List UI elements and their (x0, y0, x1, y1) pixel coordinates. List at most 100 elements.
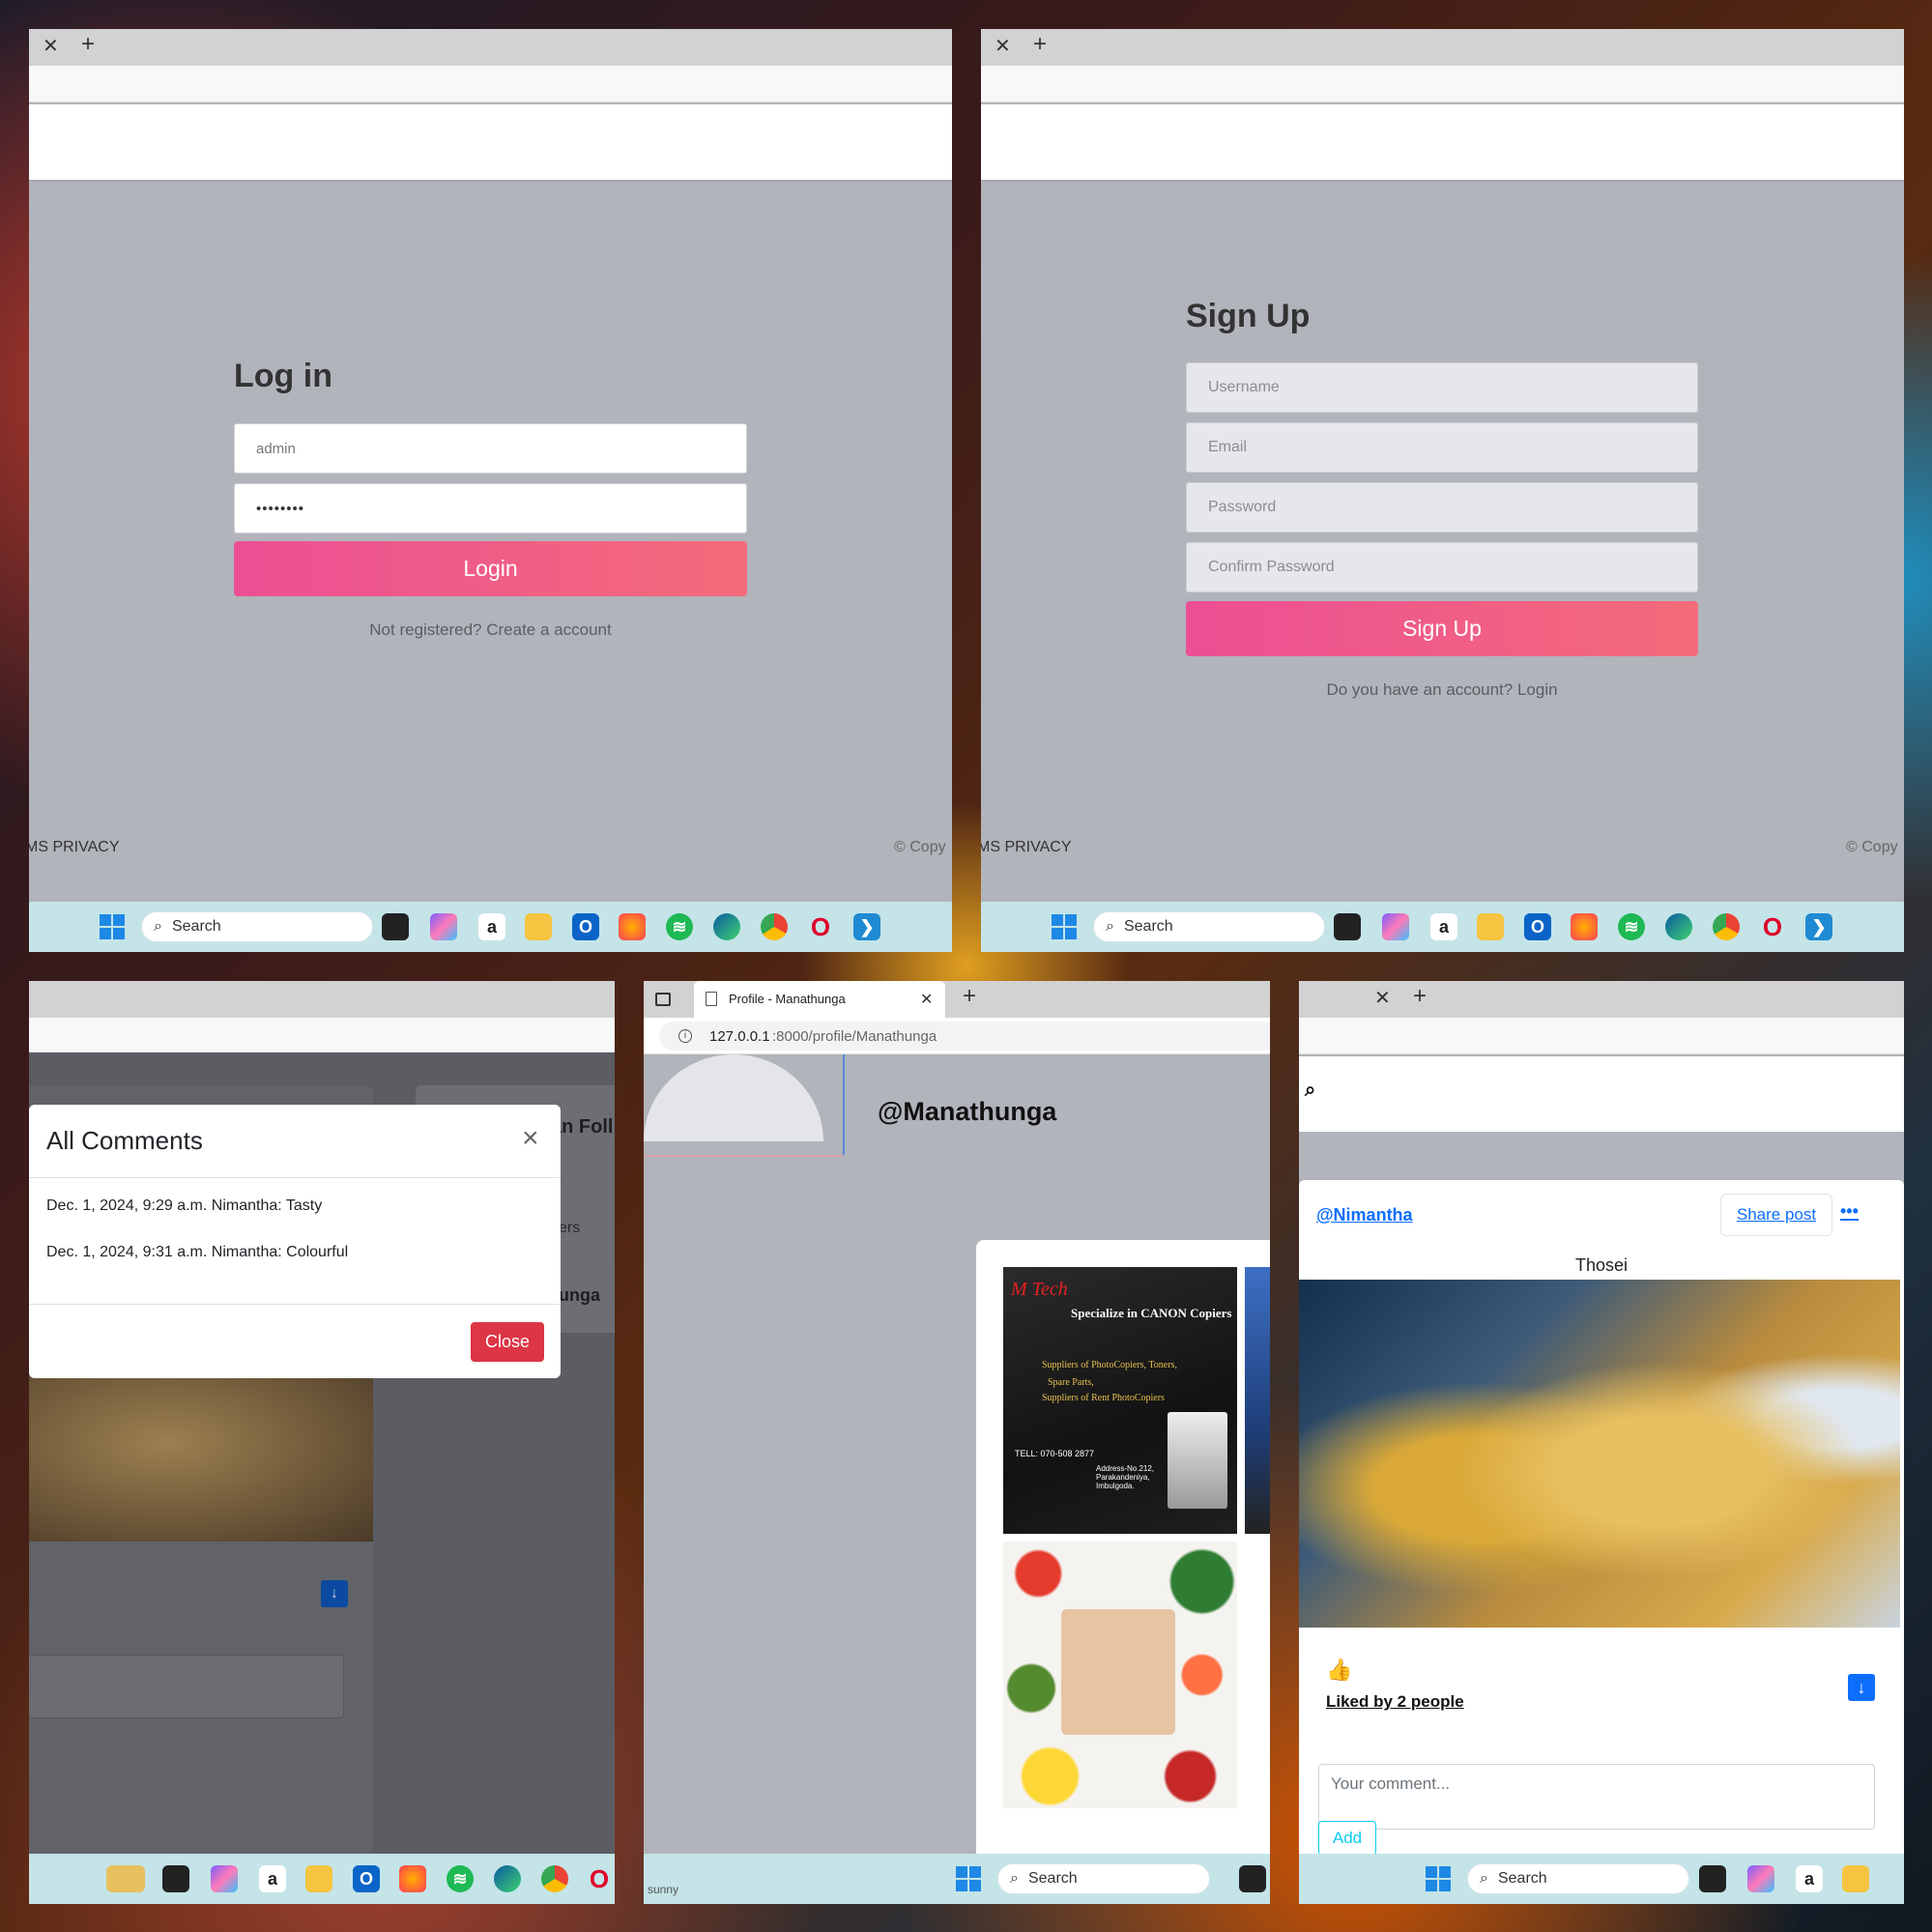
search-icon[interactable]: ⌕ (1305, 1080, 1315, 1102)
new-tab-icon[interactable]: + (81, 33, 95, 56)
edge-icon[interactable] (1665, 913, 1692, 940)
outlook-icon[interactable]: O (572, 913, 599, 940)
new-tab-icon[interactable]: + (963, 985, 976, 1008)
search-label: Search (171, 918, 221, 935)
search-label: Search (1497, 1870, 1547, 1887)
copilot-icon[interactable] (1382, 913, 1409, 940)
add-comment-button[interactable]: Add (1318, 1821, 1376, 1856)
password-input[interactable]: Password (1186, 482, 1698, 533)
sidebar-toggle-icon[interactable] (655, 993, 671, 1006)
spotify-icon[interactable]: ≋ (666, 913, 693, 940)
site-info-icon[interactable]: i (678, 1029, 692, 1043)
username-field[interactable]: admin (234, 423, 747, 474)
firefox-icon[interactable] (1571, 913, 1598, 940)
amazon-icon[interactable]: a (259, 1865, 286, 1892)
taskbar-search[interactable]: ⌕ Search (1093, 911, 1325, 942)
active-tab[interactable]: Profile - Manathunga ✕ (694, 981, 945, 1018)
tab-bar (29, 981, 615, 1018)
comment-textarea[interactable]: Your comment... (1318, 1764, 1875, 1830)
close-icon[interactable]: × (522, 1122, 539, 1155)
post-card: @Nimantha Share post ••• Thosei 👍 Liked … (1299, 1180, 1904, 1904)
outlook-icon[interactable]: O (1524, 913, 1551, 940)
site-navbar (981, 104, 1904, 182)
copilot-icon[interactable] (430, 913, 457, 940)
new-tab-icon[interactable]: + (1413, 985, 1427, 1008)
amazon-icon[interactable]: a (1430, 913, 1457, 940)
task-view-icon[interactable] (1239, 1865, 1266, 1892)
start-icon[interactable] (955, 1865, 982, 1892)
file-explorer-icon[interactable] (305, 1865, 332, 1892)
create-account-link[interactable]: Not registered? Create a account (234, 620, 747, 640)
like-icon[interactable]: 👍 (1326, 1658, 1352, 1683)
address-bar[interactable] (1299, 1018, 1904, 1054)
login-button[interactable]: Login (234, 541, 747, 596)
edge-icon[interactable] (494, 1865, 521, 1892)
vscode-icon[interactable]: ❯ (1805, 913, 1832, 940)
close-tab-icon[interactable]: ✕ (1374, 989, 1391, 1008)
task-view-icon[interactable] (382, 913, 409, 940)
close-tab-icon[interactable]: ✕ (43, 37, 59, 56)
new-tab-icon[interactable]: + (1033, 33, 1047, 56)
file-explorer-icon[interactable] (1477, 913, 1504, 940)
opera-icon[interactable]: O (586, 1864, 613, 1893)
firefox-icon[interactable] (399, 1865, 426, 1892)
chrome-icon[interactable] (541, 1865, 568, 1892)
taskbar-search[interactable]: ⌕ Search (997, 1863, 1210, 1894)
file-explorer-icon[interactable] (525, 913, 552, 940)
signup-button[interactable]: Sign Up (1186, 601, 1698, 656)
post-thumbnail-vegetables[interactable] (1003, 1542, 1237, 1808)
url-field[interactable]: i 127.0.0.1 :8000/profile/Manathunga (659, 1022, 1270, 1051)
vscode-icon[interactable]: ❯ (853, 913, 880, 940)
task-view-icon[interactable] (1699, 1865, 1726, 1892)
footer-links[interactable]: MS PRIVACY (981, 839, 1072, 856)
taskbar-search[interactable]: ⌕ Search (1467, 1863, 1689, 1894)
share-post-button[interactable]: Share post (1720, 1194, 1832, 1236)
profile-window: Profile - Manathunga ✕ + i 127.0.0.1 :80… (644, 981, 1270, 1904)
address-bar[interactable] (29, 1018, 615, 1053)
more-options-icon[interactable]: ••• (1840, 1202, 1859, 1221)
taskbar-search[interactable]: ⌕ Search (141, 911, 373, 942)
start-icon[interactable] (99, 913, 126, 940)
chrome-icon[interactable] (761, 913, 788, 940)
page-icon (706, 992, 717, 1006)
widgets-icon[interactable] (106, 1865, 145, 1892)
spotify-icon[interactable]: ≋ (447, 1865, 474, 1892)
opera-icon[interactable]: O (807, 912, 834, 941)
post-author-link[interactable]: @Nimantha (1316, 1205, 1413, 1226)
outlook-icon[interactable]: O (353, 1865, 380, 1892)
address-bar[interactable]: i 127.0.0.1 :8000/profile/Manathunga (644, 1018, 1270, 1054)
close-button[interactable]: Close (471, 1322, 544, 1362)
post-thumbnail-ad[interactable]: M Tech Specialize in CANON Copiers Suppl… (1003, 1267, 1237, 1534)
spotify-icon[interactable]: ≋ (1618, 913, 1645, 940)
task-view-icon[interactable] (162, 1865, 189, 1892)
likes-count[interactable]: Liked by 2 people (1326, 1692, 1464, 1712)
address-bar[interactable] (29, 66, 952, 102)
copilot-icon[interactable] (211, 1865, 238, 1892)
tab-bar: ✕ + (1299, 981, 1904, 1018)
confirm-password-input[interactable]: Confirm Password (1186, 542, 1698, 592)
amazon-icon[interactable]: a (478, 913, 505, 940)
login-link[interactable]: Do you have an account? Login (1186, 680, 1698, 700)
amazon-icon[interactable]: a (1796, 1865, 1823, 1892)
close-tab-icon[interactable]: ✕ (995, 37, 1011, 56)
file-explorer-icon[interactable] (1842, 1865, 1869, 1892)
opera-icon[interactable]: O (1759, 912, 1786, 941)
firefox-icon[interactable] (619, 913, 646, 940)
start-icon[interactable] (1051, 913, 1078, 940)
modal-header-divider (29, 1177, 561, 1178)
copilot-icon[interactable] (1747, 1865, 1774, 1892)
footer-links[interactable]: MS PRIVACY (29, 839, 120, 856)
task-view-icon[interactable] (1334, 913, 1361, 940)
download-icon[interactable]: ↓ (1848, 1674, 1875, 1701)
tab-title: Profile - Manathunga (729, 992, 846, 1006)
start-icon[interactable] (1425, 1865, 1452, 1892)
password-field[interactable]: •••••••• (234, 483, 747, 533)
close-tab-icon[interactable]: ✕ (920, 990, 933, 1009)
edge-icon[interactable] (713, 913, 740, 940)
post-thumbnail-partial[interactable] (1245, 1267, 1270, 1534)
username-input[interactable]: Username (1186, 362, 1698, 413)
address-bar[interactable] (981, 66, 1904, 102)
email-input[interactable]: Email (1186, 422, 1698, 473)
chrome-icon[interactable] (1713, 913, 1740, 940)
copier-image (1168, 1412, 1227, 1509)
